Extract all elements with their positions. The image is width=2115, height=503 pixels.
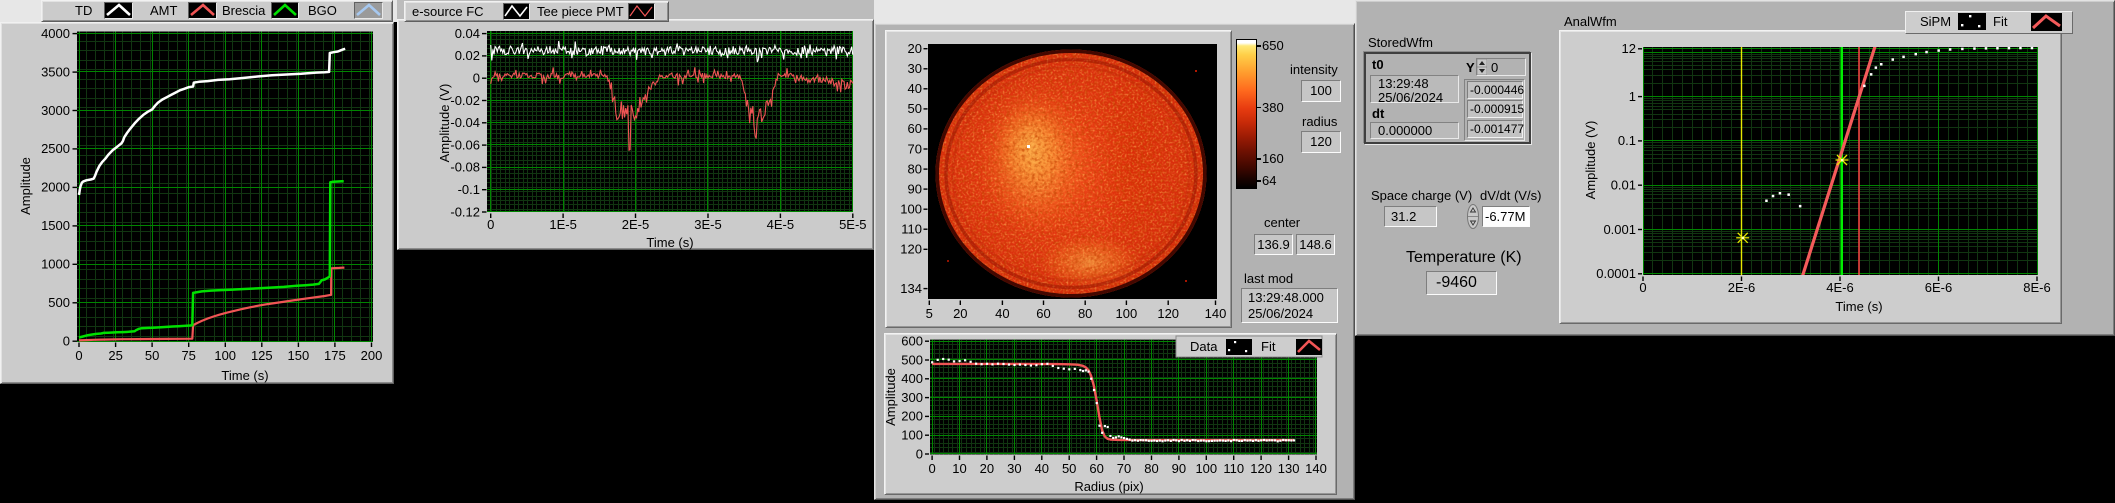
svg-text:2E-6: 2E-6	[1728, 280, 1755, 295]
svg-text:Data: Data	[1190, 339, 1218, 354]
svg-text:175: 175	[324, 348, 346, 363]
svg-text:150: 150	[288, 348, 310, 363]
svg-text:0.02: 0.02	[455, 48, 480, 63]
svg-text:70: 70	[1117, 461, 1131, 476]
svg-text:100: 100	[900, 202, 922, 217]
svg-text:0.0001: 0.0001	[1596, 266, 1636, 281]
svg-text:30: 30	[908, 61, 922, 76]
svg-text:Amplitude: Amplitude	[884, 368, 898, 426]
svg-text:60: 60	[1036, 306, 1050, 321]
svg-text:5E-5: 5E-5	[839, 217, 866, 232]
svg-text:10: 10	[952, 461, 966, 476]
svg-text:Time (s): Time (s)	[1835, 299, 1882, 314]
svg-text:1000: 1000	[41, 257, 70, 272]
svg-text:0.01: 0.01	[1611, 178, 1636, 193]
svg-text:40: 40	[995, 306, 1009, 321]
svg-text:0: 0	[75, 348, 82, 363]
svg-text:1: 1	[1629, 89, 1636, 104]
svg-text:Fit: Fit	[1261, 339, 1276, 354]
svg-text:60: 60	[1089, 461, 1103, 476]
svg-text:0: 0	[1639, 280, 1646, 295]
svg-text:Time (s): Time (s)	[646, 235, 693, 250]
svg-text:0: 0	[487, 217, 494, 232]
svg-text:-0.1: -0.1	[458, 182, 480, 197]
svg-text:100: 100	[214, 348, 236, 363]
svg-text:50: 50	[1062, 461, 1076, 476]
svg-text:125: 125	[251, 348, 273, 363]
svg-text:110: 110	[1223, 461, 1244, 476]
svg-text:1500: 1500	[41, 218, 70, 233]
svg-text:300: 300	[901, 390, 923, 405]
svg-text:2000: 2000	[41, 180, 70, 195]
svg-text:-0.08: -0.08	[450, 160, 480, 175]
svg-text:80: 80	[1144, 461, 1158, 476]
svg-text:90: 90	[1172, 461, 1186, 476]
svg-text:3000: 3000	[41, 103, 70, 118]
svg-text:40: 40	[1035, 461, 1049, 476]
svg-text:0.001: 0.001	[1603, 222, 1636, 237]
svg-text:0: 0	[916, 446, 923, 461]
svg-text:60: 60	[908, 121, 922, 136]
svg-text:75: 75	[181, 348, 195, 363]
svg-text:140: 140	[1305, 461, 1327, 476]
svg-text:0: 0	[63, 334, 70, 349]
svg-text:Radius (pix): Radius (pix)	[1074, 479, 1143, 494]
svg-text:4000: 4000	[41, 26, 70, 41]
svg-text:120: 120	[900, 242, 922, 257]
svg-text:600: 600	[901, 334, 923, 349]
svg-text:500: 500	[901, 352, 923, 367]
svg-text:25: 25	[108, 348, 122, 363]
svg-text:140: 140	[1205, 306, 1227, 321]
svg-text:100: 100	[901, 428, 923, 443]
svg-text:90: 90	[908, 181, 922, 196]
svg-text:0: 0	[928, 461, 935, 476]
svg-text:70: 70	[908, 141, 922, 156]
svg-text:3500: 3500	[41, 64, 70, 79]
svg-text:Amplitude (V): Amplitude (V)	[437, 84, 452, 163]
svg-text:80: 80	[1078, 306, 1092, 321]
svg-text:Time (s): Time (s)	[221, 368, 268, 383]
svg-text:-0.04: -0.04	[450, 115, 480, 130]
svg-text:50: 50	[908, 101, 922, 116]
svg-text:110: 110	[901, 222, 922, 237]
svg-text:0.1: 0.1	[1618, 133, 1636, 148]
svg-text:80: 80	[908, 161, 922, 176]
svg-text:20: 20	[953, 306, 967, 321]
svg-text:200: 200	[361, 348, 383, 363]
svg-text:8E-6: 8E-6	[2023, 280, 2050, 295]
svg-text:120: 120	[1157, 306, 1179, 321]
svg-text:2E-5: 2E-5	[622, 217, 649, 232]
svg-text:5: 5	[926, 306, 933, 321]
svg-text:130: 130	[1278, 461, 1300, 476]
svg-text:100: 100	[1116, 306, 1138, 321]
svg-text:30: 30	[1007, 461, 1021, 476]
svg-text:Amplitude: Amplitude	[18, 157, 33, 215]
svg-text:400: 400	[901, 371, 923, 386]
svg-text:20: 20	[908, 41, 922, 56]
svg-text:100: 100	[1195, 461, 1217, 476]
svg-text:134: 134	[900, 281, 922, 296]
svg-text:120: 120	[1250, 461, 1272, 476]
svg-text:6E-6: 6E-6	[1925, 280, 1952, 295]
svg-text:0: 0	[473, 71, 480, 86]
svg-text:500: 500	[48, 295, 70, 310]
svg-text:12: 12	[1622, 41, 1636, 56]
svg-text:40: 40	[908, 81, 922, 96]
svg-text:3E-5: 3E-5	[694, 217, 721, 232]
svg-text:Amplitude (V): Amplitude (V)	[1583, 121, 1598, 200]
svg-text:20: 20	[980, 461, 994, 476]
svg-text:-0.02: -0.02	[450, 93, 480, 108]
svg-text:0.04: 0.04	[455, 26, 480, 41]
svg-text:2500: 2500	[41, 141, 70, 156]
svg-text:-0.06: -0.06	[450, 137, 480, 152]
svg-text:200: 200	[901, 409, 923, 424]
svg-text:4E-6: 4E-6	[1826, 280, 1853, 295]
svg-text:4E-5: 4E-5	[767, 217, 794, 232]
svg-text:50: 50	[145, 348, 159, 363]
svg-text:1E-5: 1E-5	[549, 217, 576, 232]
svg-text:-0.12: -0.12	[450, 204, 480, 219]
